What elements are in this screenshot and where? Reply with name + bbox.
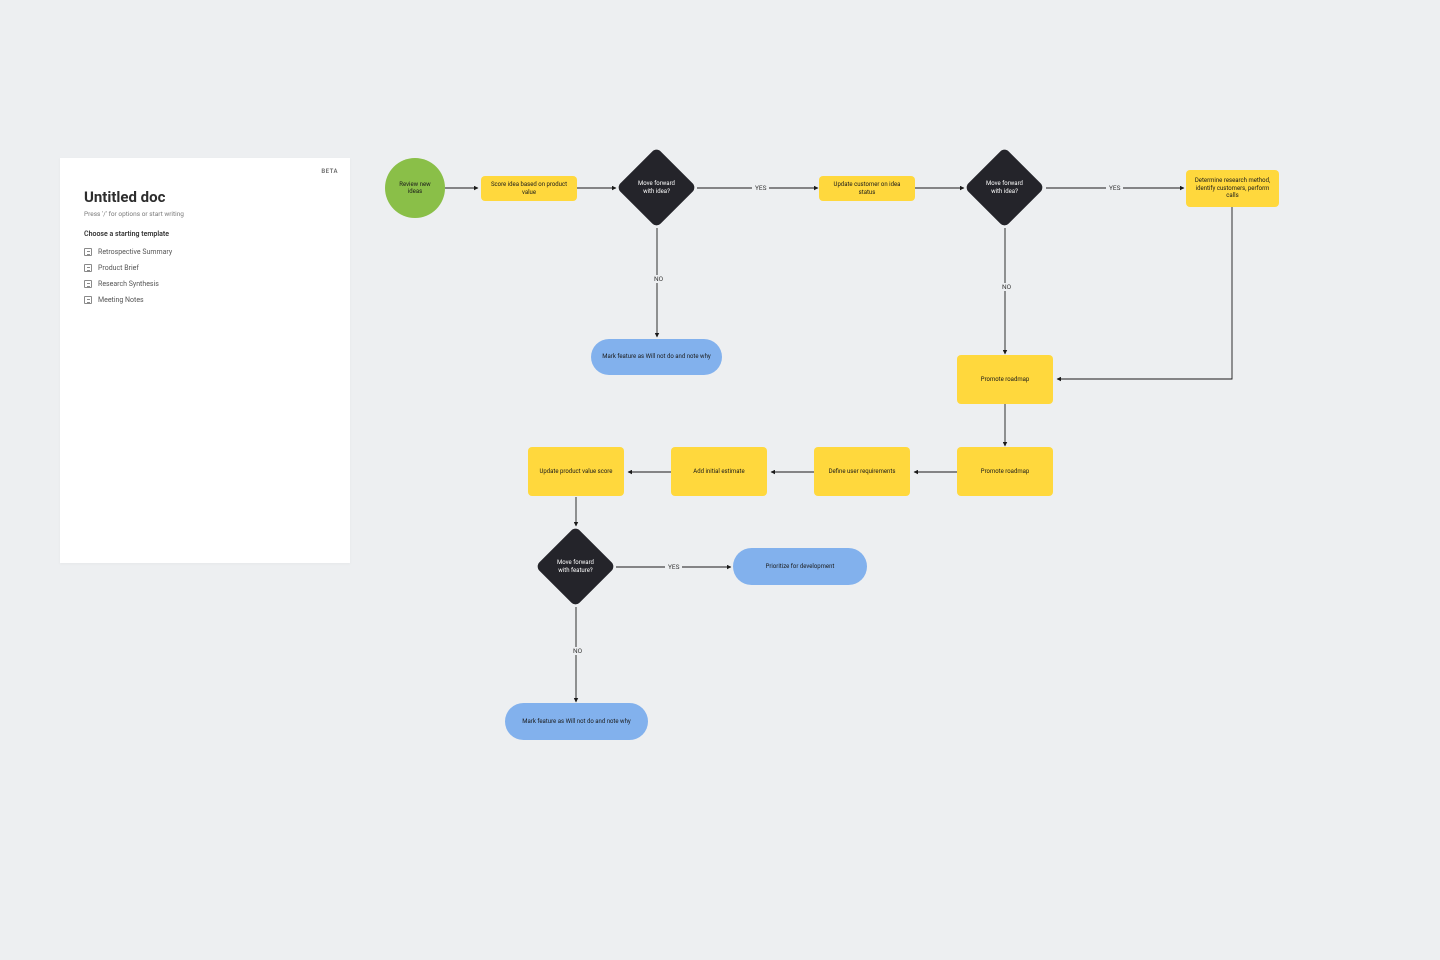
node-define-requirements[interactable]: Define user requirements <box>814 447 910 496</box>
edge-label-yes: YES <box>1106 184 1123 192</box>
edge-label-no: NO <box>651 275 666 283</box>
node-score-idea[interactable]: Score idea based on product value <box>481 176 577 201</box>
node-update-status[interactable]: Update customer on idea status <box>819 176 915 201</box>
node-decision-1[interactable]: Move forward with idea? <box>628 159 685 216</box>
flowchart-canvas[interactable]: YES YES NO NO YES NO Review new ideas Sc… <box>0 0 1440 960</box>
node-update-score[interactable]: Update product value score <box>528 447 624 496</box>
edge-label-yes: YES <box>752 184 769 192</box>
edge-label-yes: YES <box>665 563 682 571</box>
decision-label: Move forward with feature? <box>547 538 604 595</box>
node-prioritize[interactable]: Prioritize for development <box>733 548 867 585</box>
node-mark-not-do-1[interactable]: Mark feature as Will not do and note why <box>591 339 722 375</box>
node-decision-3[interactable]: Move forward with feature? <box>547 538 604 595</box>
node-promote-1[interactable]: Promote roadmap <box>957 355 1053 404</box>
node-determine-research[interactable]: Determine research method, identify cust… <box>1186 170 1279 207</box>
node-mark-not-do-2[interactable]: Mark feature as Will not do and note why <box>505 703 648 740</box>
node-promote-2[interactable]: Promote roadmap <box>957 447 1053 496</box>
node-add-estimate[interactable]: Add initial estimate <box>671 447 767 496</box>
edge-label-no: NO <box>999 283 1014 291</box>
edge-label-no: NO <box>570 647 585 655</box>
node-start-review[interactable]: Review new ideas <box>385 158 445 218</box>
node-decision-2[interactable]: Move forward with idea? <box>976 159 1033 216</box>
decision-label: Move forward with idea? <box>628 159 685 216</box>
decision-label: Move forward with idea? <box>976 159 1033 216</box>
